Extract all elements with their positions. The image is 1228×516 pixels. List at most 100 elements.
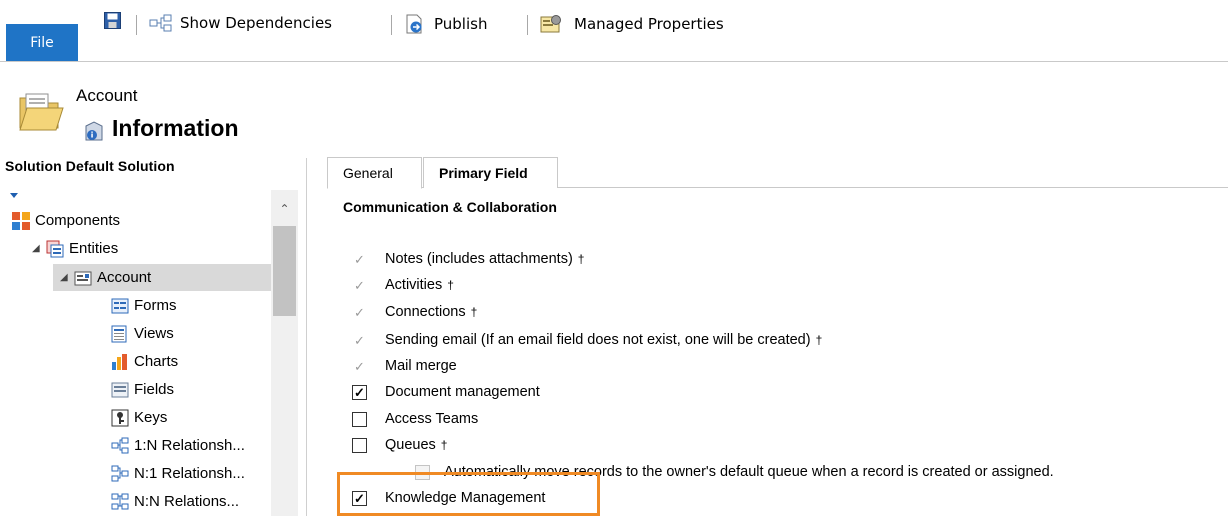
option-notes: ✓ Notes (includes attachments) † (352, 246, 584, 272)
nav-item-1n-relationships[interactable]: 1:N Relationsh... (111, 432, 245, 459)
checkbox-unchecked[interactable] (352, 411, 367, 427)
option-knowledge-management[interactable]: ✓ Knowledge Management (352, 485, 545, 511)
option-document-management[interactable]: ✓ Document management (352, 379, 540, 405)
checkbox-checked[interactable]: ✓ (352, 384, 367, 400)
publish-icon (406, 14, 422, 34)
managed-properties-label: Managed Properties (574, 15, 724, 33)
dagger-mark: † (447, 278, 454, 292)
show-dependencies-button[interactable]: Show Dependencies (149, 14, 332, 32)
account-icon (74, 269, 92, 287)
nav-item-label: Fields (134, 381, 175, 398)
toolbar-separator (136, 15, 137, 35)
option-label: Document management (385, 384, 540, 400)
toolbar-separator (527, 15, 528, 35)
managed-properties-button[interactable]: Managed Properties (540, 14, 724, 34)
nav-item-label: N:1 Relationsh... (134, 465, 245, 482)
option-label: Access Teams (385, 411, 479, 427)
nav-item-label: N:N Relations... (134, 493, 240, 510)
keys-icon (111, 409, 129, 427)
information-icon (85, 121, 103, 141)
components-icon (12, 211, 30, 230)
checkbox-checked-disabled: ✓ (354, 304, 365, 320)
publish-label: Publish (434, 15, 488, 33)
nav-item-n1-relationships[interactable]: N:1 Relationsh... (111, 460, 245, 487)
save-button[interactable] (104, 12, 121, 29)
fields-icon (111, 381, 129, 399)
checkbox-unchecked-disabled (415, 464, 430, 480)
nav-item-label: Components (35, 212, 121, 229)
show-dependencies-label: Show Dependencies (180, 14, 332, 32)
expanded-triangle-icon: ◢ (60, 272, 68, 283)
file-button[interactable]: File (6, 24, 78, 61)
page-title: Information (112, 115, 239, 141)
toolbar-separator (391, 15, 392, 35)
tab-general[interactable]: General (327, 157, 422, 189)
option-label: Mail merge (385, 358, 457, 374)
managed-properties-icon (540, 15, 561, 33)
option-label: Connections (385, 304, 466, 320)
ribbon-divider (0, 61, 1228, 62)
nav-item-label: Account (97, 269, 152, 286)
collapse-arrow-icon[interactable] (10, 193, 18, 198)
checkbox-checked[interactable]: ✓ (352, 490, 367, 506)
nav-item-label: 1:N Relationsh... (134, 437, 245, 454)
nav-item-label: Forms (134, 297, 177, 314)
checkbox-checked-disabled: ✓ (354, 358, 365, 374)
dependencies-icon (149, 14, 172, 32)
pane-divider (306, 158, 307, 516)
forms-icon (111, 297, 129, 315)
nav-item-entities[interactable]: ◢ Entities (32, 235, 118, 262)
option-access-teams[interactable]: Access Teams (352, 406, 478, 432)
nav-item-forms[interactable]: Forms (111, 292, 177, 319)
tab-primary-field[interactable]: Primary Field (423, 157, 558, 188)
nav-item-charts[interactable]: Charts (111, 348, 178, 375)
entities-icon (46, 240, 64, 258)
nav-item-nn-relationships[interactable]: N:N Relations... (111, 488, 239, 515)
option-label: Sending email (If an email field does no… (385, 332, 811, 348)
expanded-triangle-icon: ◢ (32, 243, 40, 254)
nav-item-account[interactable]: ◢ Account (60, 264, 151, 291)
option-sending-email: ✓ Sending email (If an email field does … (352, 327, 822, 353)
nav-item-label: Entities (69, 240, 119, 257)
option-activities: ✓ Activities † (352, 272, 454, 298)
nav-item-fields[interactable]: Fields (111, 376, 174, 403)
charts-icon (111, 353, 129, 371)
scroll-up-icon[interactable]: ⌃ (271, 198, 298, 220)
checkbox-unchecked[interactable] (352, 437, 367, 453)
nav-scrollbar[interactable]: ⌃ (271, 190, 298, 516)
solution-folder-icon (19, 93, 64, 131)
nav-item-label: Charts (134, 353, 179, 370)
option-queues[interactable]: Queues † (352, 432, 447, 458)
relationship-nn-icon (111, 493, 129, 511)
relationship-1n-icon (111, 437, 129, 455)
nav-item-keys[interactable]: Keys (111, 404, 167, 431)
nav-item-views[interactable]: Views (111, 320, 174, 347)
option-mail-merge: ✓ Mail merge (352, 353, 457, 379)
dagger-mark: † (470, 305, 478, 319)
checkbox-checked-disabled: ✓ (354, 251, 365, 267)
ribbon-toolbar: File Show Dependencies Publish Managed P… (0, 0, 1228, 62)
section-title: Communication & Collaboration (343, 199, 557, 215)
solution-label: Solution Default Solution (5, 158, 175, 174)
scroll-thumb[interactable] (273, 226, 296, 316)
option-label: Queues (385, 437, 436, 453)
nav-item-components[interactable]: Components (12, 207, 120, 234)
dagger-mark: † (815, 333, 823, 347)
publish-button[interactable]: Publish (404, 14, 487, 34)
dagger-mark: † (577, 252, 585, 266)
solution-explorer-tree: Components ◢ Entities ◢ Account Forms Vi… (0, 190, 298, 516)
relationship-n1-icon (111, 465, 129, 483)
option-connections: ✓ Connections † (352, 299, 477, 325)
option-label: Activities (385, 277, 443, 293)
option-label: Automatically move records to the owner'… (444, 464, 1054, 480)
option-label: Knowledge Management (385, 490, 546, 506)
nav-item-label: Views (134, 325, 174, 342)
checkbox-checked-disabled: ✓ (354, 332, 365, 348)
dagger-mark: † (440, 438, 448, 452)
save-icon (104, 12, 121, 29)
option-auto-move-queue: Automatically move records to the owner'… (415, 459, 1054, 485)
views-icon (111, 325, 129, 343)
nav-item-label: Keys (134, 409, 168, 426)
option-label: Notes (includes attachments) (385, 251, 573, 267)
checkbox-checked-disabled: ✓ (354, 277, 365, 293)
